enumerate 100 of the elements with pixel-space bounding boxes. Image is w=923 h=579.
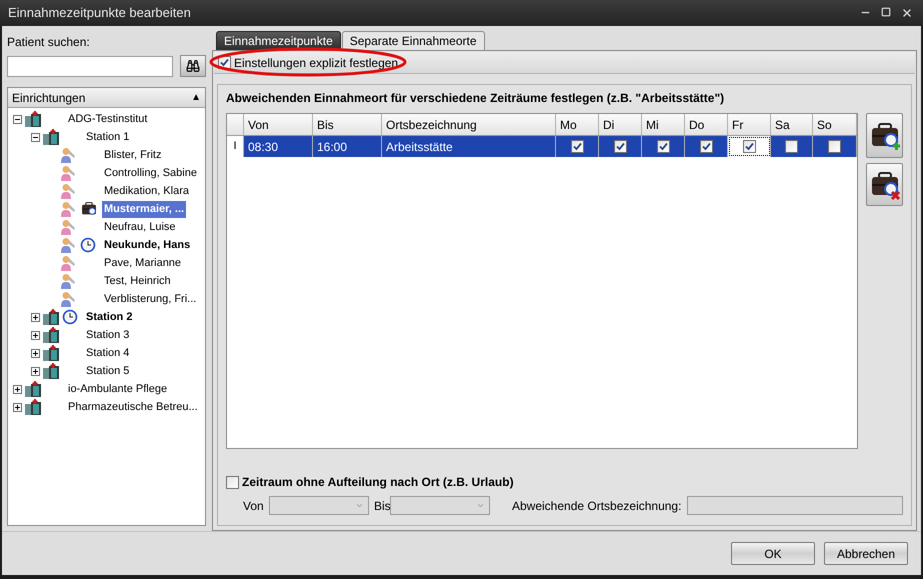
check-icon: [658, 142, 668, 151]
check-icon: [744, 142, 754, 151]
location-field[interactable]: [687, 496, 903, 515]
window-title: Einnahmezeitpunkte bearbeiten: [8, 4, 191, 22]
checkbox[interactable]: [742, 140, 756, 153]
row-marker: I: [227, 136, 244, 157]
tree-item[interactable]: Neufrau, Luise: [102, 218, 178, 236]
remove-location-button[interactable]: [866, 163, 903, 206]
location-label: Abweichende Ortsbezeichnung:: [512, 498, 682, 514]
checkbox[interactable]: [656, 140, 670, 153]
search-button[interactable]: [180, 55, 206, 77]
collapse-toggle[interactable]: [30, 132, 40, 142]
search-label: Patient suchen:: [7, 34, 91, 51]
table-cell[interactable]: [728, 136, 771, 157]
expand-toggle[interactable]: [12, 402, 22, 412]
check-icon: [702, 142, 710, 151]
building-icon: [42, 363, 60, 379]
tree-item[interactable]: Mustermaier, ...: [102, 200, 186, 218]
building-icon: [42, 129, 60, 145]
person-icon: [60, 255, 76, 271]
person-icon: [60, 291, 76, 307]
tree-item[interactable]: Neukunde, Hans: [102, 236, 192, 254]
clock-icon: [80, 237, 96, 253]
close-icon[interactable]: [901, 7, 913, 19]
tree-item[interactable]: Pave, Marianne: [102, 254, 184, 272]
ok-button[interactable]: OK: [731, 542, 815, 565]
tree-item[interactable]: Verblisterung, Fri...: [102, 290, 198, 308]
checkbox[interactable]: [614, 140, 626, 153]
column-header[interactable]: Fr: [728, 114, 771, 135]
checkbox[interactable]: [700, 140, 712, 153]
expand-toggle[interactable]: [30, 348, 40, 358]
column-header[interactable]: Di: [599, 114, 642, 135]
person-icon: [60, 273, 76, 289]
check-icon: [616, 142, 624, 151]
column-header[interactable]: Sa: [771, 114, 813, 135]
checkbox[interactable]: [570, 140, 584, 153]
column-header[interactable]: Von: [244, 114, 313, 135]
building-icon: [24, 381, 42, 397]
building-icon: [24, 111, 42, 127]
tree-item[interactable]: Controlling, Sabine: [102, 164, 199, 182]
tree-item[interactable]: Pharmazeutische Betreu...: [66, 398, 200, 416]
table-row[interactable]: I 08:30 16:00 Arbeitsstätte: [227, 136, 857, 157]
from-label: Von: [243, 498, 265, 514]
binoculars-icon: [186, 59, 200, 73]
building-icon: [42, 327, 60, 343]
building-icon: [42, 309, 60, 325]
tree-item[interactable]: Station 4: [84, 344, 132, 362]
person-icon: [60, 147, 76, 163]
to-label: Bis: [374, 498, 390, 514]
building-icon: [24, 399, 42, 415]
column-header[interactable]: Mi: [642, 114, 685, 135]
tree-item[interactable]: io-Ambulante Pflege: [66, 380, 170, 398]
table-cell: 16:00: [313, 136, 382, 157]
column-header[interactable]: Do: [685, 114, 728, 135]
briefcase-add-icon: [870, 120, 900, 150]
person-icon: [60, 237, 76, 253]
clock-icon: [62, 309, 78, 325]
checkbox-label: Einstellungen explizit festlegen: [234, 54, 398, 72]
checkbox-label: Zeitraum ohne Aufteilung nach Ort (z.B. Urlaub): [242, 474, 514, 491]
checkbox[interactable]: [785, 140, 798, 153]
column-header[interactable]: Ortsbezeichnung: [382, 114, 556, 135]
patient-search-field[interactable]: [7, 56, 173, 76]
briefcase-icon: [80, 201, 98, 217]
table-cell: 08:30: [244, 136, 313, 157]
checkbox[interactable]: [226, 476, 239, 488]
add-location-button[interactable]: [866, 113, 903, 158]
tree-item[interactable]: Station 5: [84, 362, 132, 380]
table-cell: Arbeitsstätte: [382, 136, 556, 157]
person-icon: [60, 165, 76, 181]
tab[interactable]: Separate Einnahmeorte: [342, 31, 484, 50]
tree-item[interactable]: Medikation, Klara: [102, 182, 191, 200]
tree-header-label: Einrichtungen: [12, 90, 86, 106]
maximize-icon[interactable]: [881, 7, 891, 17]
check-icon: [572, 142, 582, 151]
person-icon: [60, 219, 76, 235]
section-title: Abweichenden Einnahmeort für verschiedene Zeiträume festlegen (z.B. "Arbeitsstätte"): [226, 90, 726, 107]
briefcase-remove-icon: [870, 170, 900, 200]
expand-toggle[interactable]: [12, 384, 22, 394]
expand-toggle[interactable]: [30, 312, 40, 322]
tree-item[interactable]: Station 1: [84, 128, 132, 146]
expand-toggle[interactable]: [30, 366, 40, 376]
tree-item[interactable]: Blister, Fritz: [102, 146, 164, 164]
tree-item[interactable]: Station 2: [84, 308, 134, 326]
column-header[interactable]: Mo: [556, 114, 599, 135]
collapse-toggle[interactable]: [12, 114, 22, 124]
column-header[interactable]: Bis: [313, 114, 382, 135]
tree-item[interactable]: Test, Heinrich: [102, 272, 173, 290]
expand-toggle[interactable]: [30, 330, 40, 340]
building-icon: [42, 345, 60, 361]
person-icon: [60, 183, 76, 199]
tree-item[interactable]: Station 3: [84, 326, 132, 344]
tree-header[interactable]: Einrichtungen ▲: [8, 88, 205, 108]
tab[interactable]: Einnahmezeitpunkte: [216, 31, 341, 50]
cancel-button[interactable]: Abbrechen: [824, 542, 908, 565]
person-icon: [60, 201, 76, 217]
column-header[interactable]: So: [813, 114, 857, 135]
check-icon: [220, 58, 229, 67]
tree-item[interactable]: ADG-Testinstitut: [66, 110, 150, 128]
checkbox[interactable]: [828, 140, 841, 153]
sort-glyph[interactable]: ▲: [191, 90, 201, 105]
